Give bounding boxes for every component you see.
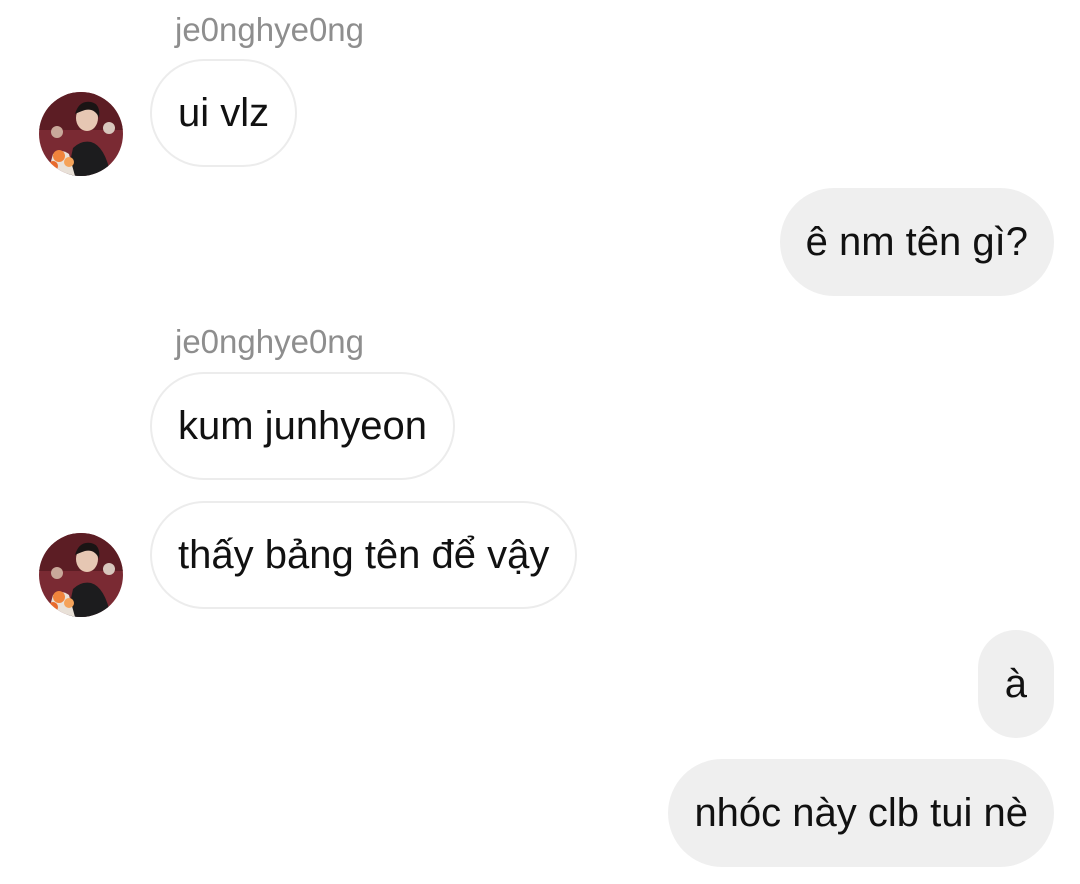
sender-avatar[interactable] [39,92,123,176]
message-bubble-incoming[interactable]: thấy bảng tên để vậy [150,501,578,609]
message-bubble-outgoing[interactable]: ê nm tên gì? [779,188,1054,296]
sender-name: je0nghye0ng [175,323,365,360]
sender-name: je0nghye0ng [175,11,365,48]
message-bubble-outgoing[interactable]: nhóc này clb tui nè [668,759,1054,867]
message-bubble-incoming[interactable]: kum junhyeon [150,372,456,480]
avatar-photo-icon [39,533,123,617]
message-bubble-incoming[interactable]: ui vlz [150,59,298,167]
sender-avatar[interactable] [39,533,123,617]
avatar-photo-icon [39,92,123,176]
message-bubble-outgoing[interactable]: à [977,630,1054,738]
